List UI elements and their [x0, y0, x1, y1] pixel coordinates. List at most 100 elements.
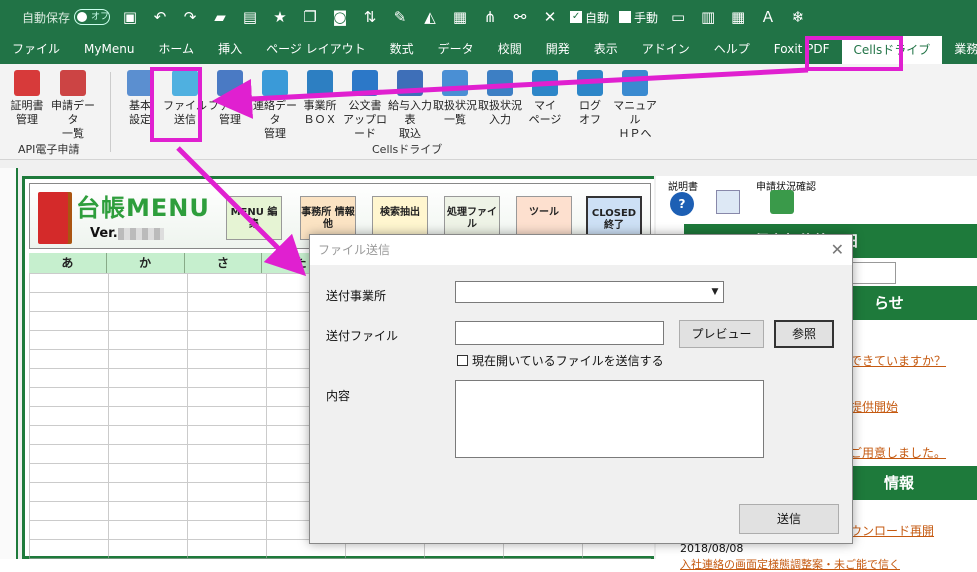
print-preview-icon[interactable]: ▤	[240, 9, 260, 25]
ribbon-icon	[397, 70, 423, 96]
ribbon-panel: 証明書 管理 申請データ 一覧 API電子申請 基本 設定 ファイル 送信 ファイル 管理…	[0, 64, 977, 160]
content-textarea[interactable]	[455, 380, 764, 458]
table-icon[interactable]: ▦	[728, 9, 748, 25]
button-label: 取扱状況	[433, 99, 477, 112]
list-icon	[60, 70, 86, 96]
send-button[interactable]: 送信	[739, 504, 839, 534]
autosave-toggle[interactable]: オフ	[74, 9, 111, 25]
tab-6[interactable]: データ	[426, 34, 486, 64]
tab-11[interactable]: ヘルプ	[702, 34, 762, 64]
calendar-icon[interactable]	[716, 190, 740, 214]
button-label: オフ	[579, 113, 601, 126]
tab-8[interactable]: 開発	[534, 34, 582, 64]
tab-14[interactable]: 業務日誌	[942, 34, 977, 64]
ribbon-icon	[442, 70, 468, 96]
version-number-blurred	[117, 227, 164, 240]
button-label: 連絡データ	[253, 99, 297, 126]
button-label: アップロード	[343, 113, 387, 140]
button-label: 申請データ	[51, 99, 95, 126]
star-icon[interactable]: ★	[270, 9, 290, 25]
autosave-control[interactable]: 自動保存 オフ	[22, 9, 111, 26]
link-icon[interactable]: ⚯	[510, 9, 530, 25]
manual-calc-checkbox[interactable]: 手動	[619, 9, 658, 26]
ribbon-icon	[487, 70, 513, 96]
merge-icon[interactable]: ✕	[540, 9, 560, 25]
news-link[interactable]: 提供開始	[850, 398, 898, 415]
cells-button-11[interactable]: マニュアル ＨＰへ	[609, 70, 661, 141]
file-label: 送付ファイル	[326, 329, 399, 343]
undo-icon[interactable]: ↶	[150, 9, 170, 25]
open-folder-icon[interactable]: ▰	[210, 9, 230, 25]
save-icon[interactable]: ▣	[120, 9, 140, 25]
content-label: 内容	[326, 389, 351, 403]
chevron-down-icon[interactable]: ▼	[707, 282, 723, 302]
grid-icon[interactable]: ▥	[698, 9, 718, 25]
tab-5[interactable]: 数式	[378, 34, 426, 64]
menu-edit-button[interactable]: MENU 編集	[226, 196, 282, 240]
redo-icon[interactable]: ↷	[180, 9, 200, 25]
kana-column[interactable]: か	[107, 253, 185, 273]
row-header	[0, 168, 18, 559]
tab-3[interactable]: 挿入	[206, 34, 254, 64]
manual-link[interactable]: 説明書	[668, 178, 698, 193]
sort-icon[interactable]: ⇅	[360, 9, 380, 25]
chart-icon[interactable]: ▦	[450, 9, 470, 25]
tab-4[interactable]: ページ レイアウト	[254, 34, 378, 64]
file-send-dialog: ファイル送信 ✕ 送付事業所 ▼ 送付ファイル プレビュー 参照 現在開いている…	[309, 234, 853, 544]
ribbon-icon	[307, 70, 333, 96]
tab-2[interactable]: ホーム	[146, 34, 206, 64]
kana-column[interactable]: あ	[29, 253, 107, 273]
manual-calc-label: 手動	[634, 10, 659, 25]
network-icon[interactable]: ⋔	[480, 9, 500, 25]
button-label: 基本	[129, 99, 151, 112]
snowflake-icon[interactable]: ❄	[788, 9, 808, 25]
window-icon[interactable]: ▭	[668, 9, 688, 25]
news-link[interactable]: ご用意しました。	[850, 444, 946, 461]
button-label: ＢＯＸ	[303, 113, 337, 126]
quick-access-toolbar: 自動保存 オフ ▣ ↶ ↷ ▰ ▤ ★ ❐ ◙ ⇅ ✎ ◭ ▦ ⋔ ⚯ ✕ ✓ 自…	[0, 0, 977, 34]
camera-icon[interactable]: ◙	[330, 9, 350, 25]
group-divider	[110, 72, 111, 152]
auto-calc-label: 自動	[585, 10, 610, 25]
button-label: マイ	[534, 99, 556, 112]
news-link[interactable]: ウンロード再開	[850, 522, 934, 539]
button-label: ログ	[579, 99, 601, 112]
send-current-file-checkbox[interactable]: 現在開いているファイルを送信する	[457, 352, 664, 369]
button-label: 取扱状況	[478, 99, 522, 112]
button-label: ファイル	[208, 99, 252, 112]
tab-1[interactable]: MyMenu	[72, 34, 146, 64]
button-label: マニュアル	[613, 99, 657, 126]
preview-button[interactable]: プレビュー	[679, 320, 764, 348]
office-select[interactable]: ▼	[455, 281, 724, 303]
button-label: 取込	[399, 127, 421, 140]
menu-title: 台帳MENU	[76, 194, 210, 222]
fill-color-icon[interactable]: ◭	[420, 9, 440, 25]
tab-7[interactable]: 校閲	[486, 34, 534, 64]
button-label: 一覧	[62, 127, 84, 140]
tab-0[interactable]: ファイル	[0, 34, 72, 64]
button-label: 入力	[489, 113, 511, 126]
ribbon-icon	[532, 70, 558, 96]
textbox-icon[interactable]: Ａ	[758, 9, 778, 25]
close-icon[interactable]: ✕	[831, 235, 844, 265]
highlight-cells-tab	[805, 36, 903, 71]
button-label: 給与入力表	[388, 99, 432, 126]
file-path-input[interactable]	[455, 321, 664, 345]
certificate-manage-button[interactable]: 証明書 管理	[2, 70, 52, 127]
tab-10[interactable]: アドイン	[630, 34, 702, 64]
computer-icon[interactable]	[770, 190, 794, 214]
news-link[interactable]: できていますか？	[850, 352, 946, 369]
news-link[interactable]: 入社連絡の画面定様態調整案・未ご能で信く	[680, 556, 900, 572]
auto-calc-checkbox[interactable]: ✓ 自動	[570, 9, 609, 26]
format-painter-icon[interactable]: ✎	[390, 9, 410, 25]
copy-icon[interactable]: ❐	[300, 9, 320, 25]
button-label: ＨＰへ	[618, 127, 652, 140]
application-data-list-button[interactable]: 申請データ 一覧	[48, 70, 98, 141]
kana-column[interactable]: さ	[185, 253, 263, 273]
checkbox-label: 現在開いているファイルを送信する	[472, 354, 664, 368]
check-icon: ✓	[570, 11, 583, 23]
help-icon[interactable]: ?	[670, 192, 694, 216]
browse-button[interactable]: 参照	[774, 320, 834, 348]
tab-9[interactable]: 表示	[582, 34, 630, 64]
ribbon-icon	[262, 70, 288, 96]
